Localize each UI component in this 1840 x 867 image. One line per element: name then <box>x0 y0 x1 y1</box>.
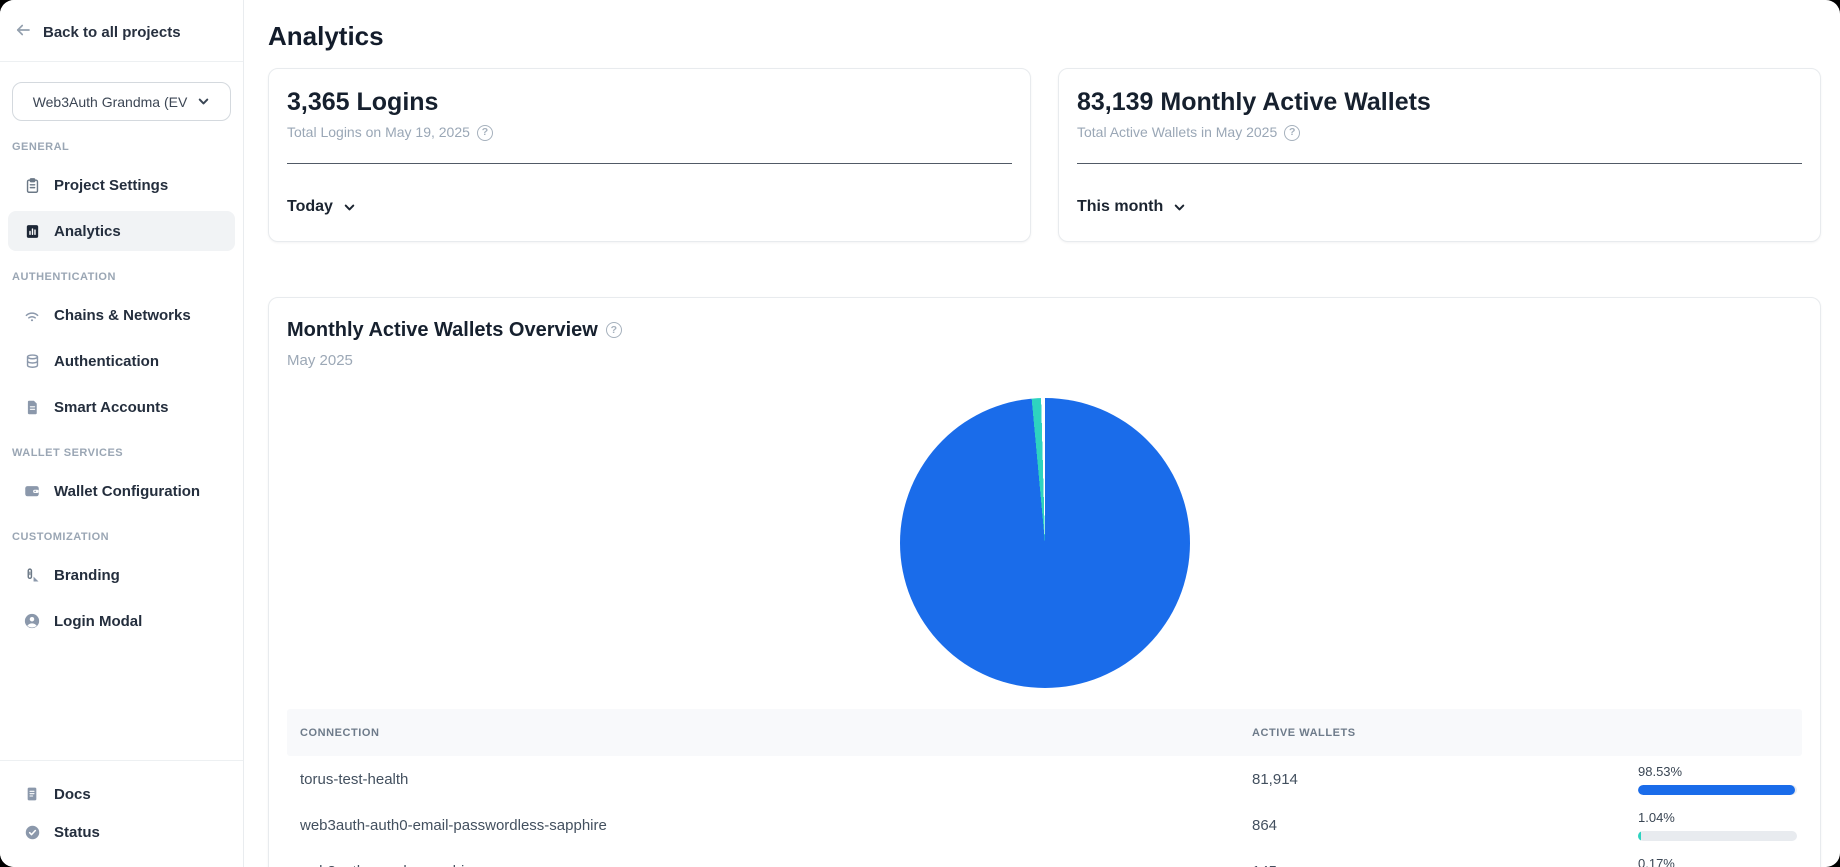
sidebar-nav: GENERAL Project Settings Analytics AUTHENTI… <box>0 121 243 760</box>
sidebar-item-project-settings[interactable]: Project Settings <box>8 165 235 205</box>
sidebar-item-label: Status <box>54 824 100 841</box>
database-icon <box>23 352 41 370</box>
help-icon[interactable]: ? <box>1284 125 1300 141</box>
overview-period: May 2025 <box>287 353 1802 368</box>
wallets-overview-card: Monthly Active Wallets Overview ? May 20… <box>268 297 1821 867</box>
table-row: web3auth-google-sapphire1450.17% <box>287 848 1802 867</box>
active-wallets-range-dropdown[interactable]: This month <box>1077 198 1186 216</box>
sidebar-item-label: Smart Accounts <box>54 399 168 416</box>
active-wallets-pie-chart <box>900 398 1190 688</box>
wallet-icon <box>23 482 41 500</box>
logins-subtitle: Total Logins on May 19, 2025 <box>287 124 470 141</box>
sidebar-item-label: Chains & Networks <box>54 307 191 324</box>
logins-range-dropdown[interactable]: Today <box>287 198 356 216</box>
sidebar-divider <box>0 61 243 62</box>
chevron-down-icon <box>1173 201 1186 214</box>
percent-bar <box>1638 785 1797 795</box>
percent-bar <box>1638 831 1797 841</box>
sidebar-item-label: Branding <box>54 567 120 584</box>
sidebar: Back to all projects Web3Auth Grandma (E… <box>0 0 244 867</box>
active-wallets-card: 83,139 Monthly Active Wallets Total Acti… <box>1058 68 1821 242</box>
sidebar-item-label: Authentication <box>54 353 159 370</box>
percent-cell: 0.17% <box>1638 856 1797 867</box>
help-icon[interactable]: ? <box>477 125 493 141</box>
sidebar-footer: Docs Status <box>0 760 243 867</box>
sidebar-item-label: Project Settings <box>54 177 168 194</box>
help-icon[interactable]: ? <box>606 322 622 338</box>
card-divider <box>287 163 1012 164</box>
table-header-row: CONNECTION ACTIVE WALLETS <box>287 709 1802 756</box>
sidebar-item-chains-networks[interactable]: Chains & Networks <box>8 295 235 335</box>
sidebar-item-wallet-configuration[interactable]: Wallet Configuration <box>8 471 235 511</box>
percent-label: 0.17% <box>1638 856 1797 867</box>
sidebar-item-authentication[interactable]: Authentication <box>8 341 235 381</box>
table-body: torus-test-health81,91498.53% web3auth-au… <box>287 756 1802 867</box>
table-row: web3auth-auth0-email-passwordless-sapphi… <box>287 802 1802 848</box>
logins-count: 3,365 Logins <box>287 89 1012 115</box>
overview-title: Monthly Active Wallets Overview <box>287 320 598 340</box>
wifi-icon <box>23 306 41 324</box>
clipboard-icon <box>23 176 41 194</box>
main-content: Analytics 3,365 Logins Total Logins on M… <box>244 0 1840 867</box>
percent-cell: 98.53% <box>1638 764 1797 795</box>
connection-cell: web3auth-google-sapphire <box>287 863 1252 867</box>
percent-cell: 1.04% <box>1638 810 1797 841</box>
active-wallets-subtitle: Total Active Wallets in May 2025 <box>1077 124 1277 141</box>
project-selector[interactable]: Web3Auth Grandma (EV <box>12 82 231 121</box>
active-wallets-cell: 864 <box>1252 817 1638 834</box>
page-title: Analytics <box>268 22 1821 50</box>
back-arrow-icon <box>14 21 32 43</box>
back-to-projects-link[interactable]: Back to all projects <box>0 0 243 61</box>
app-window: Back to all projects Web3Auth Grandma (E… <box>0 0 1840 867</box>
active-wallets-count: 83,139 Monthly Active Wallets <box>1077 89 1802 115</box>
percent-label: 98.53% <box>1638 764 1797 779</box>
chevron-down-icon <box>197 95 210 108</box>
project-selector-value: Web3Auth Grandma (EV <box>33 94 188 110</box>
percent-label: 1.04% <box>1638 810 1797 825</box>
percent-bar-fill <box>1638 831 1641 841</box>
check-circle-icon <box>23 823 41 841</box>
sidebar-item-label: Docs <box>54 786 91 803</box>
sidebar-item-label: Analytics <box>54 223 121 240</box>
sidebar-section-label-general: GENERAL <box>12 141 231 155</box>
sidebar-item-login-modal[interactable]: Login Modal <box>8 601 235 641</box>
brush-icon <box>23 566 41 584</box>
sidebar-section-label-wallet-services: WALLET SERVICES <box>12 447 231 461</box>
doc-icon <box>23 785 41 803</box>
table-row: torus-test-health81,91498.53% <box>287 756 1802 802</box>
sidebar-item-smart-accounts[interactable]: Smart Accounts <box>8 387 235 427</box>
back-to-projects-label: Back to all projects <box>43 24 181 41</box>
sidebar-item-branding[interactable]: Branding <box>8 555 235 595</box>
file-icon <box>23 398 41 416</box>
sidebar-item-analytics[interactable]: Analytics <box>8 211 235 251</box>
user-circle-icon <box>23 612 41 630</box>
connection-cell: web3auth-auth0-email-passwordless-sapphi… <box>287 817 1252 834</box>
active-wallets-range-label: This month <box>1077 198 1163 216</box>
stat-cards-row: 3,365 Logins Total Logins on May 19, 202… <box>268 68 1821 242</box>
sidebar-item-label: Wallet Configuration <box>54 483 200 500</box>
sidebar-item-docs[interactable]: Docs <box>8 775 235 813</box>
card-divider <box>1077 163 1802 164</box>
connection-cell: torus-test-health <box>287 771 1252 788</box>
logins-range-label: Today <box>287 198 333 216</box>
analytics-chart-icon <box>23 222 41 240</box>
sidebar-item-label: Login Modal <box>54 613 142 630</box>
connection-column-header: CONNECTION <box>287 727 1252 739</box>
active-wallets-cell: 81,914 <box>1252 771 1638 788</box>
sidebar-item-status[interactable]: Status <box>8 813 235 851</box>
sidebar-section-label-authentication: AUTHENTICATION <box>12 271 231 285</box>
sidebar-section-label-customization: CUSTOMIZATION <box>12 531 231 545</box>
chevron-down-icon <box>343 201 356 214</box>
percent-bar-fill <box>1638 785 1795 795</box>
active-wallets-column-header: ACTIVE WALLETS <box>1252 727 1638 739</box>
connections-table: CONNECTION ACTIVE WALLETS torus-test-hea… <box>287 709 1802 867</box>
logins-card: 3,365 Logins Total Logins on May 19, 202… <box>268 68 1031 242</box>
active-wallets-cell: 145 <box>1252 863 1638 867</box>
